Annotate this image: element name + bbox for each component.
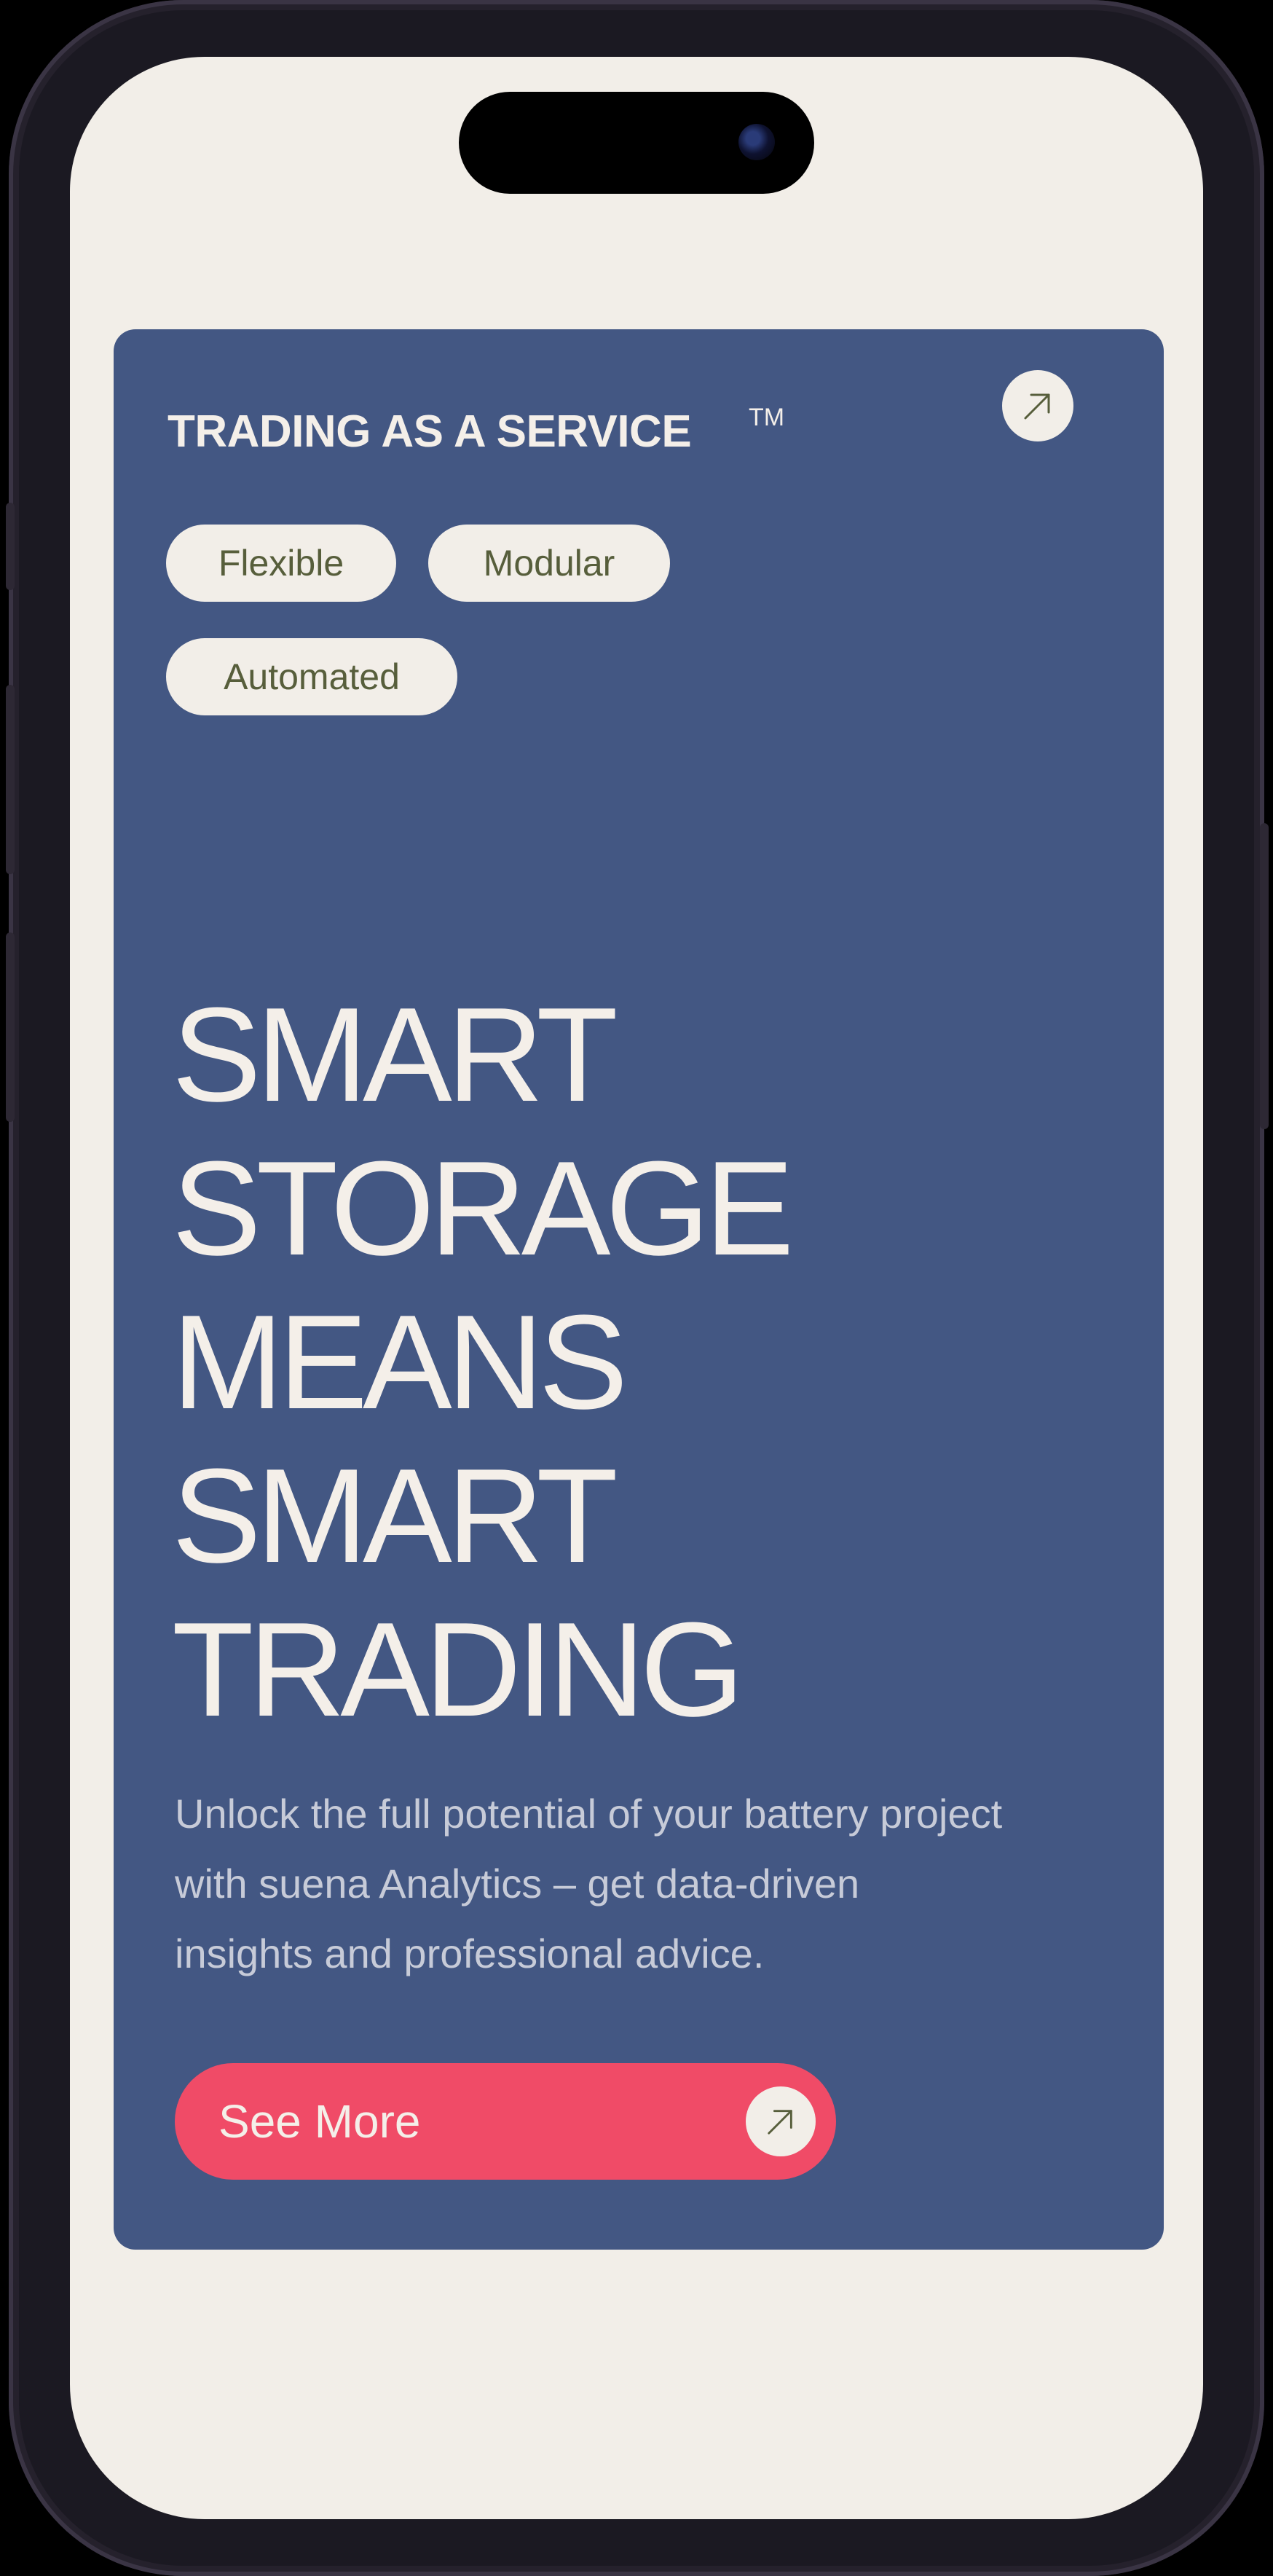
- headline-line: SMART: [172, 979, 618, 1129]
- tag-automated[interactable]: Automated: [166, 638, 457, 715]
- arrow-up-right-icon: [768, 2110, 792, 2135]
- headline-line: STORAGE: [172, 1133, 794, 1283]
- headline-line: MEANS: [172, 1287, 628, 1437]
- trademark-symbol: TM: [749, 404, 785, 431]
- phone-screen: TRADING AS A SERVICE TM Flexible Modular…: [70, 57, 1203, 2519]
- power-button: [1260, 823, 1269, 1129]
- cta-arrow-circle: [746, 2086, 816, 2156]
- corner-link-button[interactable]: [1002, 370, 1073, 441]
- volume-down-button: [6, 932, 15, 1122]
- hero-headline: SMART STORAGE MEANS SMART TRADING: [172, 978, 794, 1746]
- arrow-up-right-icon: [1024, 393, 1050, 420]
- tag-flexible[interactable]: Flexible: [166, 525, 396, 602]
- see-more-label: See More: [218, 2095, 421, 2148]
- volume-up-button: [6, 685, 15, 874]
- tag-modular[interactable]: Modular: [428, 525, 670, 602]
- headline-line: TRADING: [172, 1594, 744, 1744]
- hero-card: TRADING AS A SERVICE TM Flexible Modular…: [114, 329, 1164, 2250]
- action-button: [6, 503, 15, 590]
- brand-title: TRADING AS A SERVICE: [168, 407, 692, 457]
- hero-description: Unlock the full potential of your batter…: [175, 1791, 1003, 1976]
- camera-icon: [738, 124, 775, 160]
- see-more-button[interactable]: See More: [175, 2063, 836, 2180]
- headline-line: SMART: [172, 1440, 618, 1590]
